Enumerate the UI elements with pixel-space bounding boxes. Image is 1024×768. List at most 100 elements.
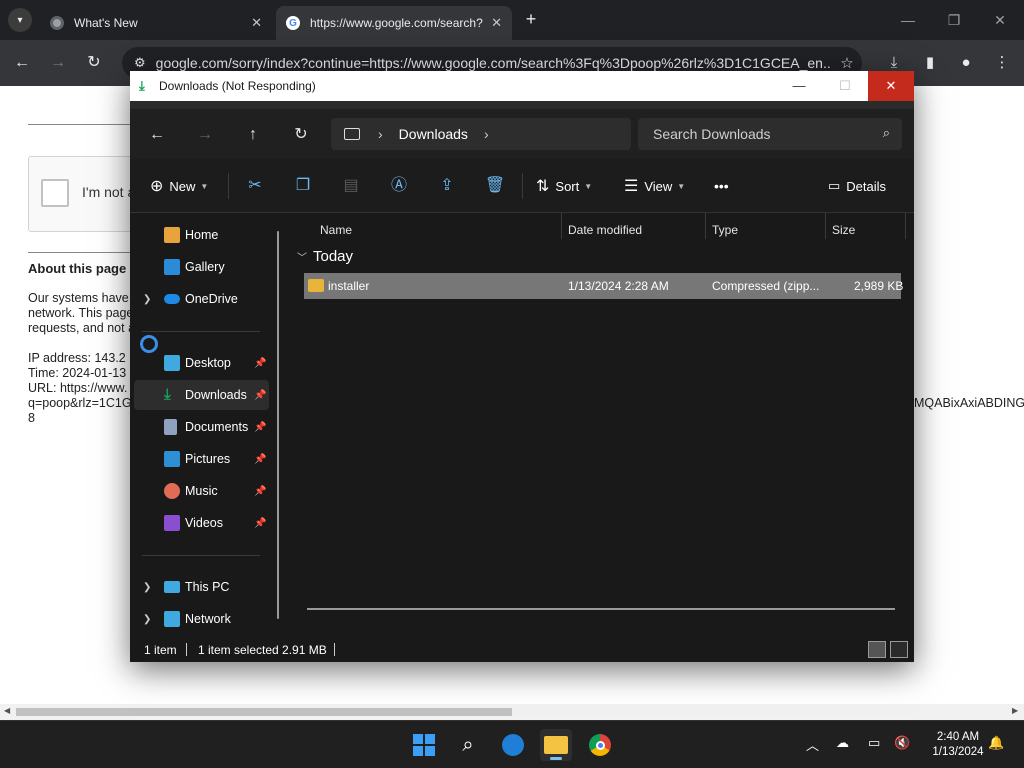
scroll-thumb[interactable] — [16, 708, 512, 716]
refresh-icon[interactable]: ↻ — [288, 123, 314, 147]
tab-whats-new[interactable]: What's New ✕ — [40, 6, 272, 40]
horizontal-scrollbar[interactable]: ◀ ▶ — [0, 704, 1024, 720]
side-panel-icon[interactable]: ▮ — [918, 51, 942, 75]
reload-icon[interactable]: ↻ — [82, 51, 106, 75]
sidebar-item-pictures[interactable]: Pictures 📌 — [130, 444, 270, 474]
restore-icon[interactable]: ❐ — [934, 8, 974, 32]
close-tab-icon[interactable]: ✕ — [491, 15, 502, 31]
horizontal-scrollbar[interactable] — [307, 608, 895, 610]
up-icon[interactable]: ↑ — [240, 123, 266, 147]
file-row-installer[interactable]: installer 1/13/2024 2:28 AM Compressed (… — [304, 273, 903, 299]
clock[interactable]: 2:40 AM 1/13/2024 — [920, 730, 996, 760]
expand-icon[interactable]: ❯ — [143, 582, 151, 593]
minimize-icon[interactable]: — — [888, 8, 928, 32]
more-options-icon[interactable]: ••• — [714, 175, 729, 197]
search-box[interactable]: Search Downloads ⌕ — [638, 118, 902, 150]
request-info: IP address: 143.2 Time: 2024-01-13 URL: … — [28, 351, 138, 426]
chrome-icon[interactable] — [584, 729, 616, 761]
back-icon[interactable]: ← — [10, 51, 34, 75]
sidebar-item-home[interactable]: Home — [130, 220, 270, 250]
new-button[interactable]: ⊕ New ▼ — [150, 175, 208, 197]
sidebar-scrollbar[interactable] — [277, 231, 279, 619]
tab-strip — [130, 101, 914, 109]
sidebar-label: Home — [185, 228, 219, 242]
details-view-icon[interactable] — [868, 641, 886, 658]
chevron-right-icon[interactable]: › — [378, 126, 383, 142]
chevron-right-icon[interactable]: › — [484, 126, 489, 142]
menu-icon[interactable]: ⋮ — [990, 51, 1014, 75]
details-label: Details — [846, 178, 887, 194]
column-name[interactable]: Name — [320, 223, 352, 237]
notification-bell-icon[interactable]: 🔔 — [988, 735, 1004, 751]
details-button[interactable]: ▭ Details — [828, 175, 886, 197]
command-bar: ⊕ New ▼ ✂ ❐ ▤ Ⓐ ⇪ 🗑 ⇅ Sort ▼ ☰ View ▼ ••… — [130, 159, 914, 213]
scroll-left-icon[interactable]: ◀ — [4, 706, 10, 715]
onedrive-offline-icon[interactable]: ☁ — [836, 735, 849, 751]
site-info-icon[interactable]: ⚙ — [134, 55, 146, 71]
chrome-icon — [50, 16, 64, 30]
sort-button[interactable]: ⇅ Sort ▼ — [536, 175, 592, 197]
explorer-title-bar[interactable]: ⤓ Downloads (Not Responding) — ☐ ✕ — [130, 71, 914, 101]
sidebar-item-desktop[interactable]: Desktop 📌 — [130, 348, 270, 378]
new-tab-button[interactable]: + — [520, 8, 542, 30]
query-line: q=poop&rlz=1C1G — [28, 396, 132, 410]
forward-icon[interactable]: → — [192, 123, 218, 147]
back-icon[interactable]: ← — [144, 123, 170, 147]
column-divider[interactable] — [825, 213, 826, 239]
start-button[interactable] — [408, 729, 440, 761]
chevron-down-icon: ﹀ — [297, 253, 307, 264]
browser-tab-bar: ▾ What's New ✕ G https://www.google.com/… — [0, 0, 1024, 40]
scroll-right-icon[interactable]: ▶ — [1012, 706, 1018, 715]
sidebar-item-this-pc[interactable]: ❯ This PC — [130, 572, 270, 602]
column-divider[interactable] — [705, 213, 706, 239]
edge-beta-icon[interactable] — [497, 729, 529, 761]
volume-muted-icon[interactable]: 🔇 — [894, 735, 910, 751]
minimize-icon[interactable]: — — [776, 71, 822, 101]
address-bar[interactable]: › Downloads › — [331, 118, 631, 150]
tab-google-search[interactable]: G https://www.google.com/search? ✕ — [276, 6, 512, 40]
column-date-modified[interactable]: Date modified — [568, 223, 642, 237]
close-tab-icon[interactable]: ✕ — [251, 15, 262, 31]
network-icon[interactable]: ▭ — [868, 735, 880, 751]
new-label: New — [169, 178, 196, 194]
column-size[interactable]: Size — [832, 223, 855, 237]
tab-search-icon[interactable]: ▾ — [8, 8, 32, 32]
paste-icon[interactable]: ▤ — [340, 175, 362, 197]
tiles-view-icon[interactable] — [890, 641, 908, 658]
url-tail: MQABixAxiABDING — [914, 396, 1024, 410]
file-explorer-icon[interactable] — [540, 729, 572, 761]
close-window-icon[interactable]: ✕ — [868, 71, 914, 101]
clock-date: 1/13/2024 — [932, 746, 984, 758]
sidebar-item-downloads[interactable]: ⤓ Downloads 📌 — [134, 380, 269, 410]
column-type[interactable]: Type — [712, 223, 738, 237]
sidebar-item-network[interactable]: ❯ Network — [130, 604, 270, 634]
group-header-today[interactable]: ﹀ Today — [297, 248, 353, 265]
sidebar-item-documents[interactable]: Documents 📌 — [130, 412, 270, 442]
forward-icon[interactable]: → — [46, 51, 70, 75]
delete-icon[interactable]: 🗑 — [484, 175, 506, 197]
sidebar-item-music[interactable]: Music 📌 — [130, 476, 270, 506]
share-icon[interactable]: ⇪ — [436, 175, 458, 197]
rename-icon[interactable]: Ⓐ — [388, 175, 410, 197]
maximize-icon[interactable]: ☐ — [822, 71, 868, 101]
sidebar-label: Music — [185, 484, 218, 498]
recaptcha-checkbox[interactable] — [41, 179, 69, 207]
sort-icon: ⇅ — [536, 178, 550, 195]
sidebar-item-gallery[interactable]: Gallery — [130, 252, 270, 282]
cut-icon[interactable]: ✂ — [244, 175, 266, 197]
sidebar-item-videos[interactable]: Videos 📌 — [130, 508, 270, 538]
view-button[interactable]: ☰ View ▼ — [624, 175, 685, 197]
column-divider[interactable] — [905, 213, 906, 239]
breadcrumb-downloads[interactable]: Downloads — [399, 126, 468, 142]
expand-icon[interactable]: ❯ — [143, 614, 151, 625]
sidebar-label: Gallery — [185, 260, 225, 274]
show-hidden-icons-icon[interactable]: ︿ — [806, 735, 819, 754]
expand-icon[interactable]: ❯ — [143, 294, 151, 305]
search-icon[interactable]: ⌕ — [452, 729, 484, 761]
bookmark-star-icon[interactable]: ☆ — [832, 54, 862, 72]
sidebar-item-onedrive[interactable]: ❯ OneDrive — [130, 284, 270, 314]
copy-icon[interactable]: ❐ — [292, 175, 314, 197]
close-window-icon[interactable]: ✕ — [980, 8, 1020, 32]
profile-icon[interactable]: ● — [954, 51, 978, 75]
column-divider[interactable] — [561, 213, 562, 239]
